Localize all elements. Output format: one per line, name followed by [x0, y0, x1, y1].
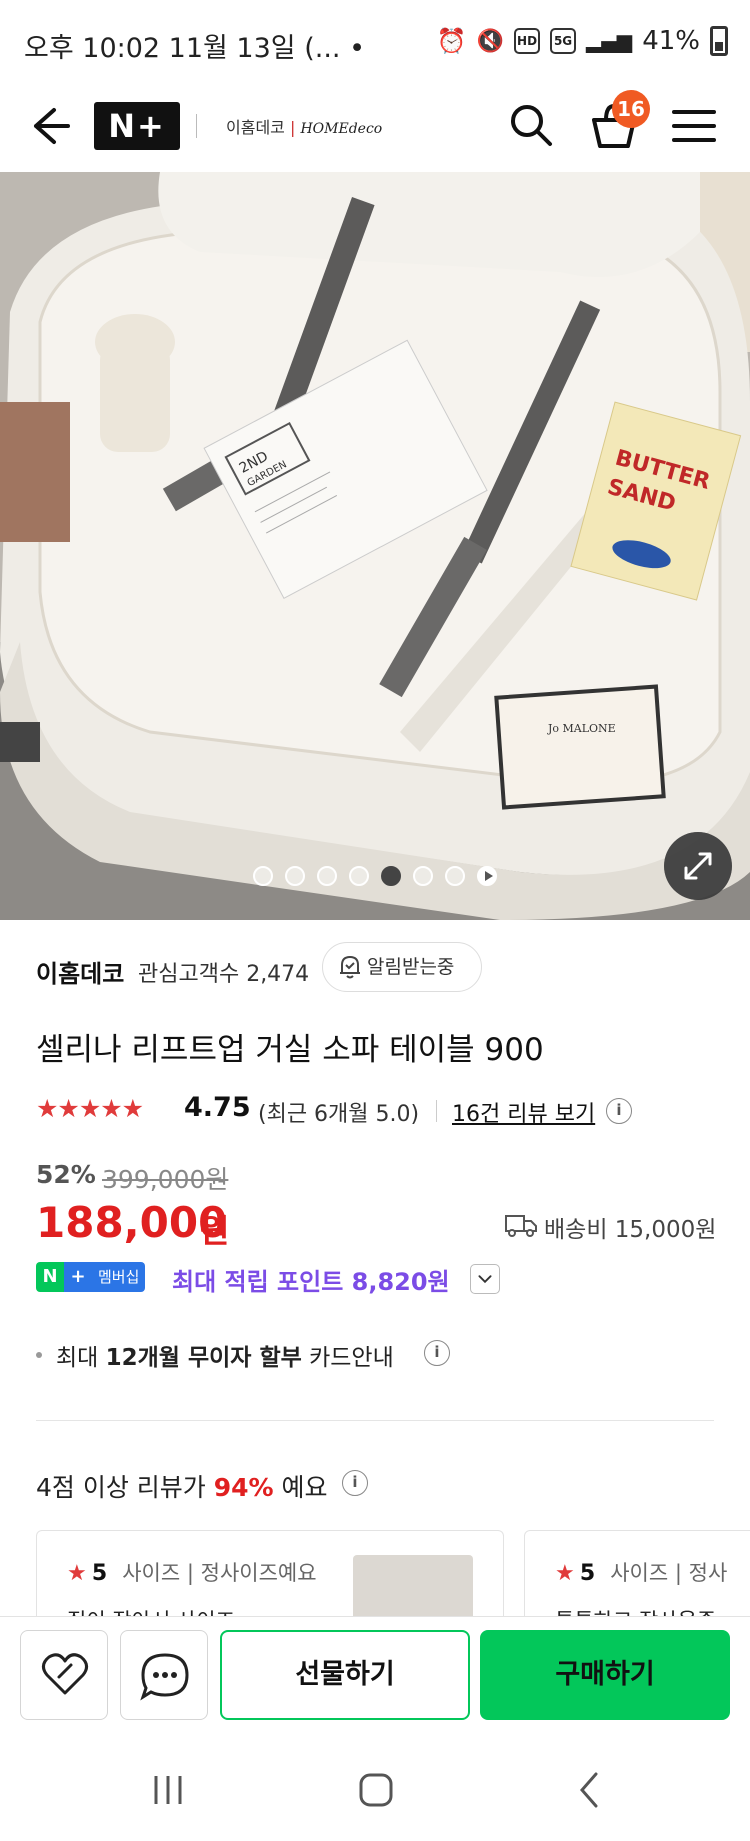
review-info-icon[interactable]: i — [342, 1470, 368, 1496]
svg-text:Jo MALONE: Jo MALONE — [547, 722, 616, 735]
status-time: 오후 10:02 11월 13일 (... • — [24, 33, 366, 64]
back-nav-icon[interactable] — [570, 1770, 610, 1810]
video-play-icon[interactable] — [477, 866, 497, 886]
review-card[interactable]: ★ 5 사이즈 | 정사 튼튼하고 작사용중 — [524, 1530, 750, 1620]
alarm-icon: ⏰ — [436, 27, 467, 55]
brand-sub: HOMEdeco — [300, 121, 383, 137]
back-arrow-icon[interactable] — [26, 102, 74, 150]
mute-icon: 🔇 — [476, 28, 505, 54]
store-name[interactable]: 이홈데코 — [36, 954, 124, 989]
rating-separator — [436, 1100, 437, 1122]
rating-score: 4.75 — [184, 1092, 251, 1123]
gallery-dot[interactable] — [285, 866, 305, 886]
buy-button[interactable]: 구매하기 — [480, 1630, 730, 1720]
rating-stars: ★★★★★ — [36, 1094, 144, 1123]
np-label: 멤버십 — [92, 1262, 146, 1292]
review-thumbnail[interactable] — [353, 1555, 473, 1620]
bullet — [36, 1352, 42, 1358]
section-divider — [36, 1420, 714, 1421]
menu-icon[interactable] — [670, 104, 718, 148]
truck-icon — [505, 1215, 537, 1237]
installment-suffix: 카드안내 — [301, 1345, 394, 1371]
follower-count: 관심고객수 2,474 — [138, 962, 310, 987]
system-nav-bar — [0, 1738, 750, 1841]
talk-button[interactable] — [120, 1630, 208, 1720]
cart-count-badge: 16 — [612, 90, 650, 128]
gallery-dot[interactable] — [413, 866, 433, 886]
review-summary: 4점 이상 리뷰가 94% 예요 — [36, 1468, 328, 1504]
status-icons: ⏰ 🔇 HD 5G ▂▄▆ 41% — [437, 26, 728, 56]
review-tag: 사이즈 | 정사이즈예요 — [122, 1561, 317, 1585]
price-currency: 원 — [200, 1212, 230, 1250]
product-image[interactable]: 2ND GARDEN BUTTER SAND Jo MALONE — [0, 172, 750, 920]
review-score: 5 — [579, 1561, 596, 1586]
review-summary-suffix: 예요 — [273, 1473, 328, 1502]
shipping-fee: 배송비 15,000원 — [544, 1217, 717, 1243]
brand-name: 이홈데코 — [226, 118, 285, 137]
expand-icon[interactable] — [664, 832, 732, 900]
installment-prefix: 최대 — [56, 1345, 106, 1371]
original-price: 399,000원 — [102, 1165, 229, 1194]
review-summary-percent: 94% — [213, 1473, 274, 1502]
battery-icon — [710, 26, 728, 56]
brand-logo[interactable]: 이홈데코 | HOMEdeco — [226, 114, 382, 138]
gallery-dot[interactable] — [349, 866, 369, 886]
search-icon[interactable] — [506, 100, 556, 150]
heart-link-icon — [42, 1653, 88, 1695]
recent-apps-icon[interactable] — [150, 1772, 186, 1808]
review-star-icon: ★ — [67, 1561, 87, 1586]
review-star-icon: ★ — [555, 1561, 575, 1586]
gallery-dots — [0, 866, 750, 886]
nplus-membership-badge: N + 멤버십 — [36, 1262, 146, 1292]
gallery-dot-active[interactable] — [381, 866, 401, 886]
nplus-store-logo[interactable]: N+ — [94, 102, 180, 150]
network-icon: 5G — [550, 28, 577, 54]
wishlist-button[interactable] — [20, 1630, 108, 1720]
np-n: N — [36, 1262, 64, 1292]
sale-price: 188,000 — [36, 1198, 228, 1247]
battery-percent: 41% — [642, 26, 700, 56]
home-icon[interactable] — [356, 1770, 396, 1810]
gallery-dot[interactable] — [317, 866, 337, 886]
chevron-down-icon[interactable] — [470, 1264, 500, 1294]
hd-icon: HD — [514, 28, 541, 54]
status-bar: 오후 10:02 11월 13일 (... • ⏰ 🔇 HD 5G ▂▄▆ 41… — [0, 0, 750, 84]
info-icon[interactable]: i — [606, 1098, 632, 1124]
signal-icon: ▂▄▆ — [586, 29, 633, 53]
installment-info-icon[interactable]: i — [424, 1340, 450, 1366]
gallery-dot[interactable] — [445, 866, 465, 886]
discount-rate: 52% — [36, 1160, 96, 1189]
chat-icon — [140, 1653, 189, 1701]
review-summary-prefix: 4점 이상 리뷰가 — [36, 1473, 214, 1502]
review-card[interactable]: ★ 5 사이즈 | 정사이즈예요 집이 작아서 사이즈 — [36, 1530, 504, 1620]
review-score: 5 — [91, 1561, 108, 1586]
installment-info: 최대 12개월 무이자 할부 카드안내 — [56, 1338, 394, 1372]
gift-button[interactable]: 선물하기 — [220, 1630, 470, 1720]
max-points: 최대 적립 포인트 8,820원 — [172, 1268, 450, 1296]
reviews-link[interactable]: 16건 리뷰 보기 — [452, 1096, 595, 1128]
gallery-dot[interactable] — [253, 866, 273, 886]
recent-rating: (최근 6개월 5.0) — [258, 1102, 420, 1127]
np-plus: + — [64, 1262, 92, 1292]
header-divider — [196, 114, 197, 138]
product-title: 셀리나 리프트업 거실 소파 테이블 900 — [36, 1032, 544, 1068]
bell-check-icon — [340, 955, 360, 979]
review-tag: 사이즈 | 정사 — [610, 1561, 728, 1585]
product-photo: 2ND GARDEN BUTTER SAND Jo MALONE — [0, 172, 750, 920]
installment-bold: 12개월 무이자 할부 — [105, 1345, 302, 1371]
